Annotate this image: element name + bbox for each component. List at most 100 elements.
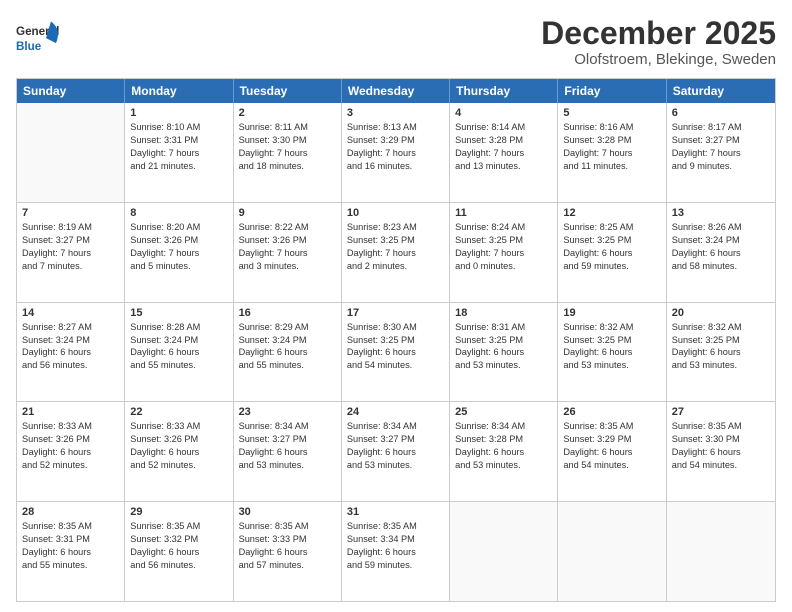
- day-number: 11: [455, 207, 552, 219]
- cell-line: Daylight: 7 hours: [347, 247, 444, 260]
- day-number: 23: [239, 406, 336, 418]
- calendar-cell: 5Sunrise: 8:16 AMSunset: 3:28 PMDaylight…: [558, 103, 666, 202]
- calendar-cell: 7Sunrise: 8:19 AMSunset: 3:27 PMDaylight…: [17, 203, 125, 302]
- cell-line: Daylight: 6 hours: [455, 346, 552, 359]
- cell-line: Sunset: 3:32 PM: [130, 533, 227, 546]
- cell-line: Sunrise: 8:33 AM: [22, 420, 119, 433]
- day-number: 4: [455, 107, 552, 119]
- cell-line: Daylight: 7 hours: [672, 147, 770, 160]
- cell-line: Sunrise: 8:25 AM: [563, 221, 660, 234]
- calendar-header-row: SundayMondayTuesdayWednesdayThursdayFrid…: [17, 79, 775, 103]
- cell-line: Sunset: 3:30 PM: [672, 433, 770, 446]
- calendar-cell: 23Sunrise: 8:34 AMSunset: 3:27 PMDayligh…: [234, 402, 342, 501]
- cell-line: Sunrise: 8:23 AM: [347, 221, 444, 234]
- cell-line: Sunrise: 8:17 AM: [672, 121, 770, 134]
- cell-line: Sunrise: 8:35 AM: [22, 520, 119, 533]
- cell-line: Daylight: 6 hours: [130, 446, 227, 459]
- cell-line: and 21 minutes.: [130, 160, 227, 173]
- calendar-header-cell: Sunday: [17, 79, 125, 103]
- cell-line: Daylight: 6 hours: [563, 247, 660, 260]
- day-number: 29: [130, 506, 227, 518]
- day-number: 18: [455, 307, 552, 319]
- calendar-header-cell: Thursday: [450, 79, 558, 103]
- cell-line: Sunset: 3:31 PM: [130, 134, 227, 147]
- cell-line: Daylight: 7 hours: [130, 247, 227, 260]
- cell-line: Daylight: 6 hours: [347, 546, 444, 559]
- cell-line: and 58 minutes.: [672, 260, 770, 273]
- calendar-cell: 22Sunrise: 8:33 AMSunset: 3:26 PMDayligh…: [125, 402, 233, 501]
- calendar-row: 14 Sunrise: 8:27 AMSunset: 3:24 PM Dayligh…: [17, 303, 775, 403]
- cell-line: Daylight: 6 hours: [347, 446, 444, 459]
- cell-line: and 7 minutes.: [22, 260, 119, 273]
- cell-line: and 57 minutes.: [239, 559, 336, 572]
- cell-line: and 0 minutes.: [455, 260, 552, 273]
- cell-line: Sunset: 3:25 PM: [672, 334, 770, 347]
- calendar-header-cell: Monday: [125, 79, 233, 103]
- cell-line: Daylight: 6 hours: [239, 346, 336, 359]
- cell-line: and 53 minutes.: [347, 459, 444, 472]
- cell-line: and 54 minutes.: [672, 459, 770, 472]
- calendar-cell: 2Sunrise: 8:11 AMSunset: 3:30 PMDaylight…: [234, 103, 342, 202]
- cell-line: Sunset: 3:25 PM: [347, 234, 444, 247]
- cell-line: and 53 minutes.: [563, 359, 660, 372]
- cell-line: Daylight: 7 hours: [239, 147, 336, 160]
- cell-line: and 53 minutes.: [455, 459, 552, 472]
- calendar-row: 21Sunrise: 8:33 AMSunset: 3:26 PMDayligh…: [17, 402, 775, 502]
- cell-line: and 9 minutes.: [672, 160, 770, 173]
- cell-line: Sunset: 3:29 PM: [563, 433, 660, 446]
- day-number: 21: [22, 406, 119, 418]
- cell-line: Daylight: 6 hours: [239, 546, 336, 559]
- calendar-cell: 1Sunrise: 8:10 AMSunset: 3:31 PMDaylight…: [125, 103, 233, 202]
- cell-line: Daylight: 6 hours: [455, 446, 552, 459]
- cell-line: Sunset: 3:27 PM: [239, 433, 336, 446]
- cell-line: Sunset: 3:27 PM: [672, 134, 770, 147]
- cell-line: Sunrise: 8:35 AM: [130, 520, 227, 533]
- cell-line: Sunset: 3:25 PM: [563, 334, 660, 347]
- cell-line: Daylight: 6 hours: [130, 546, 227, 559]
- cell-line: and 53 minutes.: [239, 459, 336, 472]
- cell-line: and 13 minutes.: [455, 160, 552, 173]
- calendar-cell: 9Sunrise: 8:22 AMSunset: 3:26 PMDaylight…: [234, 203, 342, 302]
- cell-line: Sunset: 3:24 PM: [22, 334, 119, 347]
- calendar-cell: 19Sunrise: 8:32 AMSunset: 3:25 PMDayligh…: [558, 303, 666, 402]
- calendar-cell: 26Sunrise: 8:35 AMSunset: 3:29 PMDayligh…: [558, 402, 666, 501]
- calendar-cell: 29 Sunrise: 8:35 AMSunset: 3:32 PMDayligh…: [125, 502, 233, 601]
- day-number: 9: [239, 207, 336, 219]
- cell-line: Sunset: 3:24 PM: [672, 234, 770, 247]
- day-number: 24: [347, 406, 444, 418]
- cell-line: Sunrise: 8:27 AM: [22, 321, 119, 334]
- day-number: 25: [455, 406, 552, 418]
- cell-line: Sunset: 3:25 PM: [563, 234, 660, 247]
- calendar-cell: 30Sunrise: 8:35 AMSunset: 3:33 PMDayligh…: [234, 502, 342, 601]
- day-number: 14: [22, 307, 119, 319]
- calendar-cell: 3Sunrise: 8:13 AMSunset: 3:29 PMDaylight…: [342, 103, 450, 202]
- cell-line: Daylight: 7 hours: [563, 147, 660, 160]
- cell-line: Sunrise: 8:22 AM: [239, 221, 336, 234]
- day-number: 28: [22, 506, 119, 518]
- calendar-header-cell: Friday: [558, 79, 666, 103]
- logo-svg: General Blue: [16, 16, 66, 61]
- cell-line: Sunset: 3:26 PM: [22, 433, 119, 446]
- cell-line: and 55 minutes.: [130, 359, 227, 372]
- header: General Blue December 2025 Olofstroem, B…: [16, 16, 776, 68]
- cell-line: Sunset: 3:33 PM: [239, 533, 336, 546]
- calendar-cell: [667, 502, 775, 601]
- day-number: 27: [672, 406, 770, 418]
- calendar-cell: 10Sunrise: 8:23 AMSunset: 3:25 PMDayligh…: [342, 203, 450, 302]
- cell-line: Daylight: 6 hours: [672, 346, 770, 359]
- day-number: 1: [130, 107, 227, 119]
- day-number: 13: [672, 207, 770, 219]
- day-number: 8: [130, 207, 227, 219]
- day-number: 2: [239, 107, 336, 119]
- cell-line: and 56 minutes.: [130, 559, 227, 572]
- cell-line: Sunrise: 8:31 AM: [455, 321, 552, 334]
- calendar-cell: 18Sunrise: 8:31 AMSunset: 3:25 PMDayligh…: [450, 303, 558, 402]
- logo: General Blue: [16, 16, 66, 61]
- page: General Blue December 2025 Olofstroem, B…: [0, 0, 792, 612]
- cell-line: Sunrise: 8:29 AM: [239, 321, 336, 334]
- calendar-cell: 27Sunrise: 8:35 AMSunset: 3:30 PMDayligh…: [667, 402, 775, 501]
- calendar-cell: 21Sunrise: 8:33 AMSunset: 3:26 PMDayligh…: [17, 402, 125, 501]
- cell-line: Sunset: 3:26 PM: [130, 433, 227, 446]
- cell-line: and 53 minutes.: [672, 359, 770, 372]
- calendar-cell: 28Sunrise: 8:35 AMSunset: 3:31 PMDayligh…: [17, 502, 125, 601]
